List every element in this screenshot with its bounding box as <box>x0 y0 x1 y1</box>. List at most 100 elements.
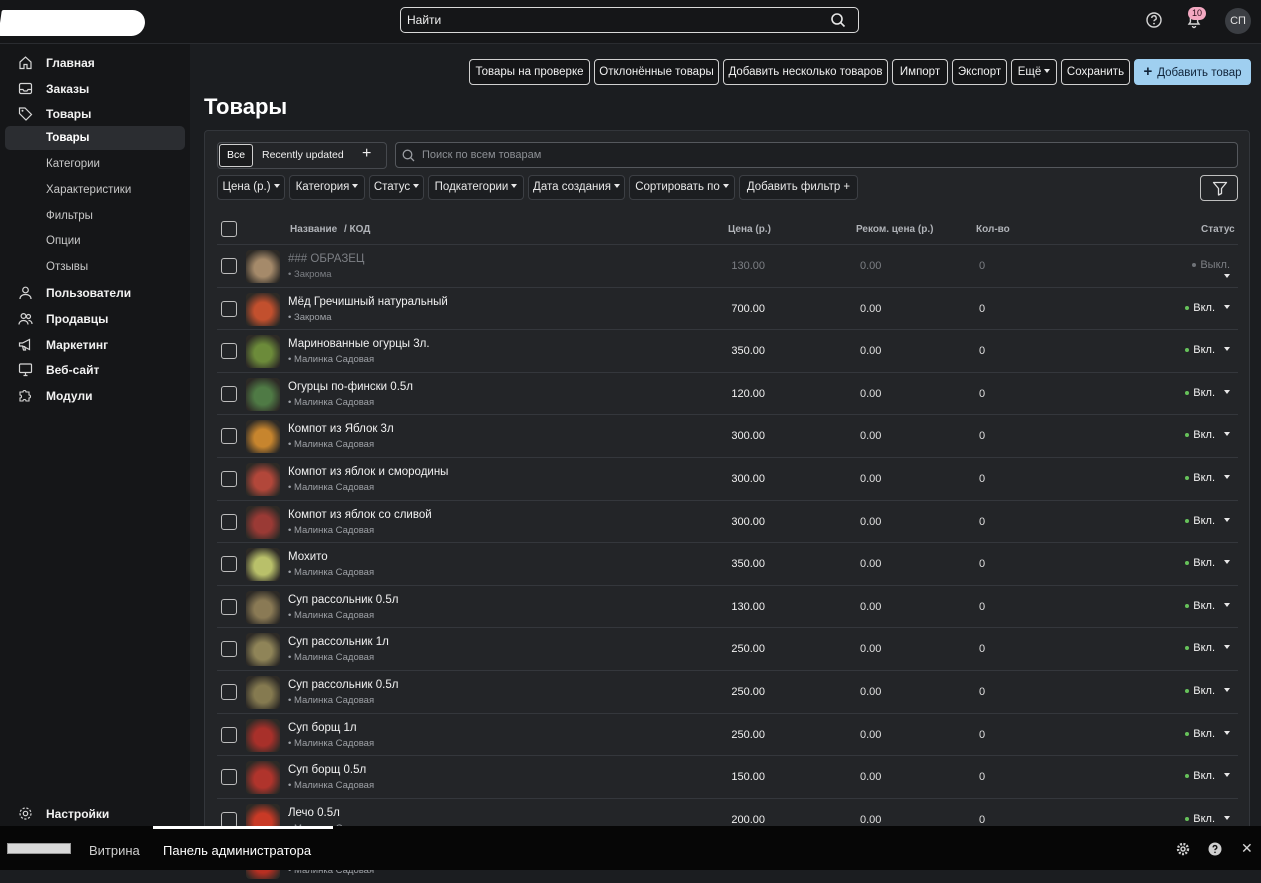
sidebar-item-marketing[interactable]: Маркетинг <box>0 332 190 357</box>
product-name[interactable]: Суп борщ 0.5л <box>288 764 366 776</box>
product-rec-price[interactable]: 0.00 <box>860 516 881 528</box>
product-thumbnail[interactable] <box>246 377 280 411</box>
product-name[interactable]: Компот из яблок и смородины <box>288 466 448 478</box>
filter-status[interactable]: Статус <box>369 175 424 200</box>
product-qty[interactable]: 0 <box>979 345 985 357</box>
status-dropdown[interactable]: Вкл. <box>1182 472 1230 484</box>
product-price[interactable]: 300.00 <box>717 430 765 442</box>
column-header-code[interactable]: / КОД <box>344 224 370 235</box>
rejected-products-button[interactable]: Отклонённые товары <box>594 59 719 85</box>
table-row[interactable]: Суп борщ 1л • Малинка Садовая 250.00 0.00 0 В… <box>217 712 1238 756</box>
table-row[interactable]: Мохито • Малинка Садовая 350.00 0.00 0 Вкл. <box>217 542 1238 585</box>
product-price[interactable]: 300.00 <box>717 473 765 485</box>
add-filter-button[interactable]: Добавить фильтр + <box>739 175 858 200</box>
product-name[interactable]: Мохито <box>288 551 328 563</box>
product-rec-price[interactable]: 0.00 <box>860 771 881 783</box>
product-rec-price[interactable]: 0.00 <box>860 430 881 442</box>
product-price[interactable]: 250.00 <box>717 643 765 655</box>
status-dropdown[interactable]: Вкл. <box>1182 387 1230 399</box>
product-rec-price[interactable]: 0.00 <box>860 814 881 826</box>
status-dropdown[interactable]: Вкл. <box>1182 515 1230 527</box>
product-thumbnail[interactable] <box>246 292 280 326</box>
admin-panel-tab[interactable]: Панель администратора <box>163 843 311 858</box>
product-price[interactable]: 300.00 <box>717 516 765 528</box>
status-dropdown[interactable]: Выкл. <box>1182 259 1230 283</box>
review-products-button[interactable]: Товары на проверке <box>469 59 590 85</box>
product-price[interactable]: 250.00 <box>717 686 765 698</box>
product-rec-price[interactable]: 0.00 <box>860 345 881 357</box>
product-thumbnail[interactable] <box>246 590 280 624</box>
table-row[interactable]: Компот из Яблок 3л • Малинка Садовая 300.0… <box>217 414 1238 457</box>
product-thumbnail[interactable] <box>246 335 280 369</box>
table-row[interactable]: Суп рассольник 0.5л • Малинка Садовая 130.… <box>217 584 1238 628</box>
product-rec-price[interactable]: 0.00 <box>860 601 881 613</box>
product-qty[interactable]: 0 <box>979 473 985 485</box>
product-name[interactable]: Компот из Яблок 3л <box>288 423 394 435</box>
logo[interactable] <box>0 10 147 36</box>
table-row[interactable]: Суп борщ 0.5л • Малинка Садовая 150.00 0.00… <box>217 755 1238 798</box>
product-price[interactable]: 150.00 <box>717 771 765 783</box>
filter-date-created[interactable]: Дата создания <box>528 175 625 200</box>
product-price[interactable]: 200.00 <box>717 814 765 826</box>
product-name[interactable]: Мёд Гречишный натуральный <box>288 296 448 308</box>
product-qty[interactable]: 0 <box>979 558 985 570</box>
product-rec-price[interactable]: 0.00 <box>860 558 881 570</box>
filter-category[interactable]: Категория <box>289 175 365 200</box>
more-button[interactable]: Ещё <box>1011 59 1057 85</box>
column-header-rec-price[interactable]: Реком. цена (р.) <box>856 224 933 235</box>
sidebar-subitem-products[interactable]: Товары <box>5 126 185 150</box>
product-price[interactable]: 120.00 <box>717 388 765 400</box>
product-thumbnail[interactable] <box>246 676 280 709</box>
table-row[interactable]: Огурцы по-фински 0.5л • Малинка Садовая 12… <box>217 371 1238 415</box>
status-dropdown[interactable]: Вкл. <box>1182 429 1230 441</box>
product-thumbnail[interactable] <box>246 633 280 667</box>
filter-price[interactable]: Цена (р.) <box>217 175 285 200</box>
product-thumbnail[interactable] <box>246 420 280 454</box>
product-rec-price[interactable]: 0.00 <box>860 388 881 400</box>
product-rec-price[interactable]: 0.00 <box>860 303 881 315</box>
status-dropdown[interactable]: Вкл. <box>1182 685 1230 697</box>
sidebar-subitem-filters[interactable]: Фильтры <box>0 204 190 228</box>
storefront-tab[interactable]: Витрина <box>89 843 140 858</box>
product-name[interactable]: Суп борщ 1л <box>288 722 357 734</box>
product-thumbnail[interactable] <box>246 463 280 496</box>
product-thumbnail[interactable] <box>246 250 280 283</box>
product-price[interactable]: 130.00 <box>717 260 765 272</box>
sidebar-subitem-options[interactable]: Опции <box>0 229 190 253</box>
sidebar-item-products[interactable]: Товары <box>0 101 190 126</box>
table-row[interactable]: Суп рассольник 0.5л • Малинка Садовая 250.… <box>217 670 1238 713</box>
import-button[interactable]: Импорт <box>892 59 948 85</box>
product-name[interactable]: Компот из яблок со сливой <box>288 509 432 521</box>
product-rec-price[interactable]: 0.00 <box>860 260 881 272</box>
product-price[interactable]: 130.00 <box>717 601 765 613</box>
product-qty[interactable]: 0 <box>979 388 985 400</box>
product-rec-price[interactable]: 0.00 <box>860 643 881 655</box>
product-thumbnail[interactable] <box>246 718 280 752</box>
sidebar-item-vendors[interactable]: Продавцы <box>0 306 190 331</box>
gear-icon[interactable] <box>1176 842 1190 856</box>
add-product-button[interactable]: + Добавить товар <box>1134 59 1251 85</box>
sidebar-item-modules[interactable]: Модули <box>0 383 190 408</box>
status-dropdown[interactable]: Вкл. <box>1182 600 1230 612</box>
save-button[interactable]: Сохранить <box>1061 59 1130 85</box>
status-dropdown[interactable]: Вкл. <box>1182 770 1230 782</box>
product-price[interactable]: 700.00 <box>717 303 765 315</box>
product-search[interactable] <box>395 142 1238 168</box>
table-row[interactable]: Маринованные огурцы 3л. • Малинка Садовая… <box>217 329 1238 372</box>
status-dropdown[interactable]: Вкл. <box>1182 642 1230 654</box>
product-thumbnail[interactable] <box>246 548 280 582</box>
add-multiple-button[interactable]: Добавить несколько товаров <box>723 59 888 85</box>
export-button[interactable]: Экспорт <box>952 59 1007 85</box>
global-search[interactable] <box>400 7 859 33</box>
help-icon[interactable] <box>1208 842 1222 856</box>
product-qty[interactable]: 0 <box>979 643 985 655</box>
product-rec-price[interactable]: 0.00 <box>860 686 881 698</box>
table-row[interactable]: ### ОБРАЗЕЦ • Закрома 130.00 0.00 0 Выкл. <box>217 244 1238 287</box>
product-name[interactable]: Суп рассольник 1л <box>288 636 389 648</box>
product-name[interactable]: ### ОБРАЗЕЦ <box>288 253 364 265</box>
site-logo[interactable] <box>7 843 71 854</box>
sidebar-item-orders[interactable]: Заказы <box>0 76 190 101</box>
product-rec-price[interactable]: 0.00 <box>860 473 881 485</box>
sort-by[interactable]: Сортировать по <box>629 175 735 200</box>
close-icon[interactable]: ✕ <box>1241 840 1253 857</box>
